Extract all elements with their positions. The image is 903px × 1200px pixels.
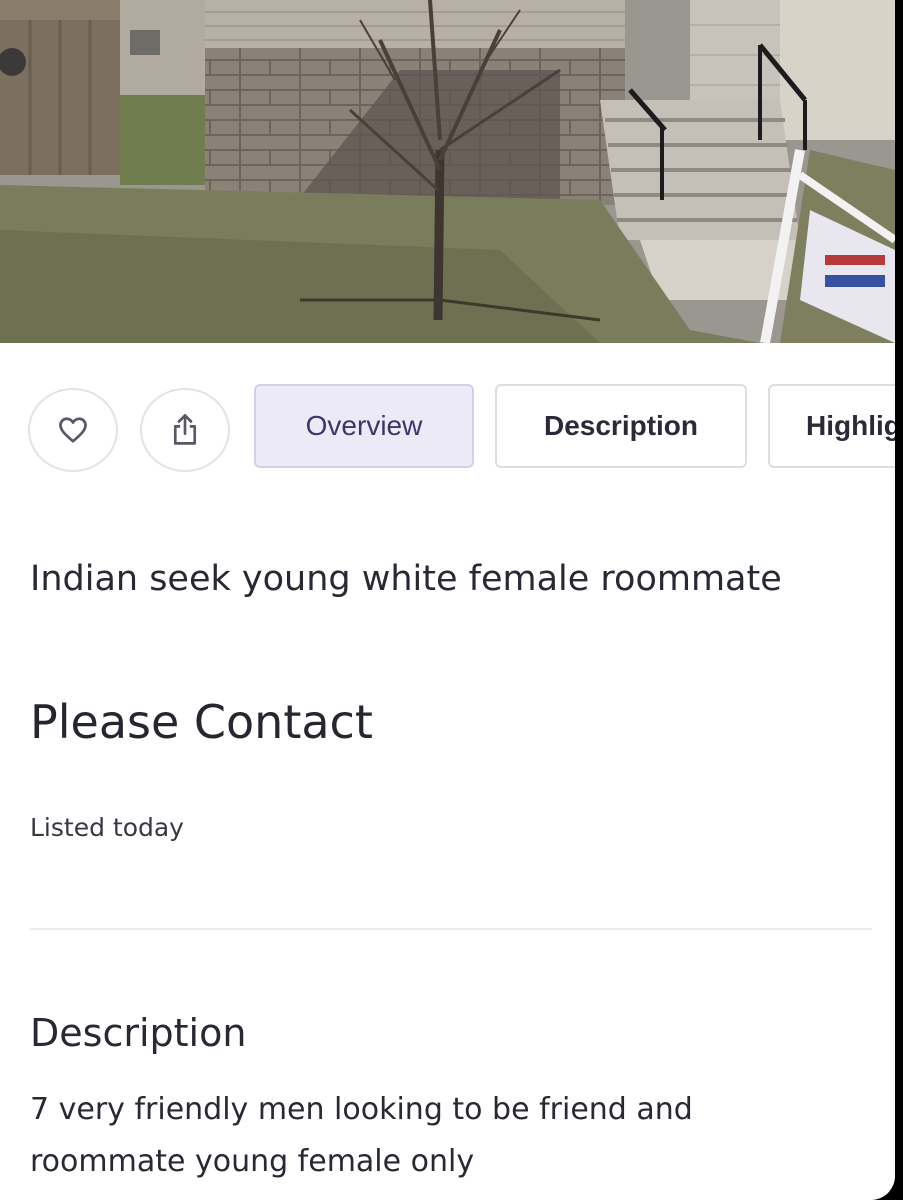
listed-date: Listed today [30, 813, 184, 842]
listing-action-bar: Overview Description Highlig [28, 382, 895, 474]
favorite-button[interactable] [28, 388, 118, 472]
listing-card: Overview Description Highlig Indian seek… [0, 0, 895, 1200]
heart-icon [59, 417, 87, 443]
listing-title: Indian seek young white female roommate [30, 559, 782, 599]
description-body: 7 very friendly men looking to be friend… [30, 1092, 693, 1179]
tab-description[interactable]: Description [495, 384, 747, 468]
house-front-photo[interactable] [0, 0, 895, 343]
photo-illustration [0, 0, 895, 343]
section-divider [30, 928, 872, 930]
price-text: Please Contact [30, 695, 373, 749]
share-icon [173, 414, 197, 445]
tab-highlights[interactable]: Highlig [768, 384, 895, 468]
description-heading: Description [30, 1011, 247, 1055]
share-button[interactable] [140, 388, 230, 472]
tab-overview[interactable]: Overview [254, 384, 474, 468]
